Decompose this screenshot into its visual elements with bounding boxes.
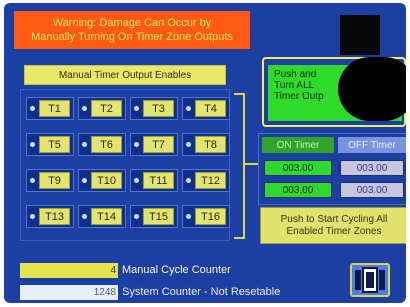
start-cycling-button[interactable]: Push to Start Cycling All Enabled Timer …	[260, 207, 406, 244]
bracket-connector	[245, 163, 258, 165]
indicator-dot-icon	[82, 106, 87, 111]
timer-enable-t8[interactable]: T8	[182, 133, 230, 156]
manual-cycle-counter-value: 4	[20, 263, 118, 278]
indicator-dot-icon	[134, 106, 139, 111]
timer-label: T7	[143, 136, 174, 153]
grouping-bracket	[234, 93, 245, 239]
timer-enable-t3[interactable]: T3	[130, 97, 178, 120]
timer-label: T15	[143, 208, 174, 225]
indicator-dot-icon	[186, 142, 191, 147]
manual-enables-title: Manual Timer Output Enables	[24, 65, 226, 85]
indicator-dot-icon	[30, 142, 35, 147]
indicator-dot-icon	[30, 106, 35, 111]
timer-label: T11	[143, 172, 174, 189]
black-square	[340, 15, 380, 55]
timer-label: T4	[195, 100, 226, 117]
timer-label: T9	[39, 172, 70, 189]
on-timer-value: 003.00	[264, 182, 332, 198]
timer-label: T6	[91, 136, 122, 153]
off-timer-value: 003.00	[340, 182, 404, 198]
system-counter-value: 1248	[20, 285, 118, 300]
warning-banner: Warning: Damage Can Occur by Manually Tu…	[14, 11, 250, 49]
timer-enable-t14[interactable]: T14	[78, 205, 126, 228]
timer-enable-t9[interactable]: T9	[26, 169, 74, 192]
indicator-dot-icon	[134, 214, 139, 219]
on-timer-setpoint[interactable]: 003.00	[264, 160, 332, 176]
timer-label: T12	[195, 172, 226, 189]
timer-enable-t13[interactable]: T13	[26, 205, 74, 228]
timer-label: T8	[195, 136, 226, 153]
indicator-dot-icon	[30, 214, 35, 219]
indicator-dot-icon	[82, 142, 87, 147]
indicator-dot-icon	[82, 178, 87, 183]
on-timer-header: ON Timer	[262, 137, 334, 153]
indicator-dot-icon	[186, 214, 191, 219]
timer-enable-t10[interactable]: T10	[78, 169, 126, 192]
timer-enable-t12[interactable]: T12	[182, 169, 230, 192]
panel-switch-icon	[355, 267, 385, 293]
warning-line-1: Warning: Damage Can Occur by	[52, 17, 212, 29]
indicator-dot-icon	[134, 178, 139, 183]
indicator-dot-icon	[186, 106, 191, 111]
timer-enable-t6[interactable]: T6	[78, 133, 126, 156]
off-timer-header: OFF Timer	[338, 137, 406, 153]
indicator-dot-icon	[186, 178, 191, 183]
indicator-dot-icon	[134, 142, 139, 147]
timer-enable-t2[interactable]: T2	[78, 97, 126, 120]
timer-label: T13	[39, 208, 70, 225]
timer-label: T1	[39, 100, 70, 117]
timer-enable-t4[interactable]: T4	[182, 97, 230, 120]
screen-switch-button[interactable]	[350, 263, 390, 297]
indicator-dot-icon	[30, 178, 35, 183]
timer-enable-t16[interactable]: T16	[182, 205, 230, 228]
timer-label: T14	[91, 208, 122, 225]
timer-label: T10	[91, 172, 122, 189]
indicator-dot-icon	[82, 214, 87, 219]
warning-line-2: Manually Turning On Timer Zone Outputs	[31, 31, 233, 43]
black-obscuring-shape	[338, 57, 406, 121]
cycle-line-1: Push to Start Cycling All	[280, 213, 388, 225]
manual-cycle-counter-label: Manual Cycle Counter	[122, 264, 231, 276]
timer-label: T16	[195, 208, 226, 225]
timer-enable-t1[interactable]: T1	[26, 97, 74, 120]
timer-label: T3	[143, 100, 174, 117]
timer-enable-t5[interactable]: T5	[26, 133, 74, 156]
system-counter-label: System Counter - Not Resetable	[122, 286, 281, 298]
off-timer-setpoint[interactable]: 003.00	[340, 160, 404, 176]
timer-enable-t15[interactable]: T15	[130, 205, 178, 228]
cycle-line-2: Enabled Timer Zones	[286, 225, 382, 237]
timer-enable-t11[interactable]: T11	[130, 169, 178, 192]
timer-label: T5	[39, 136, 70, 153]
timer-enable-t7[interactable]: T7	[130, 133, 178, 156]
timer-control-panel: Warning: Damage Can Occur by Manually Tu…	[4, 3, 406, 303]
hmi-screen: Warning: Damage Can Occur by Manually Tu…	[0, 0, 410, 307]
timer-label: T2	[91, 100, 122, 117]
